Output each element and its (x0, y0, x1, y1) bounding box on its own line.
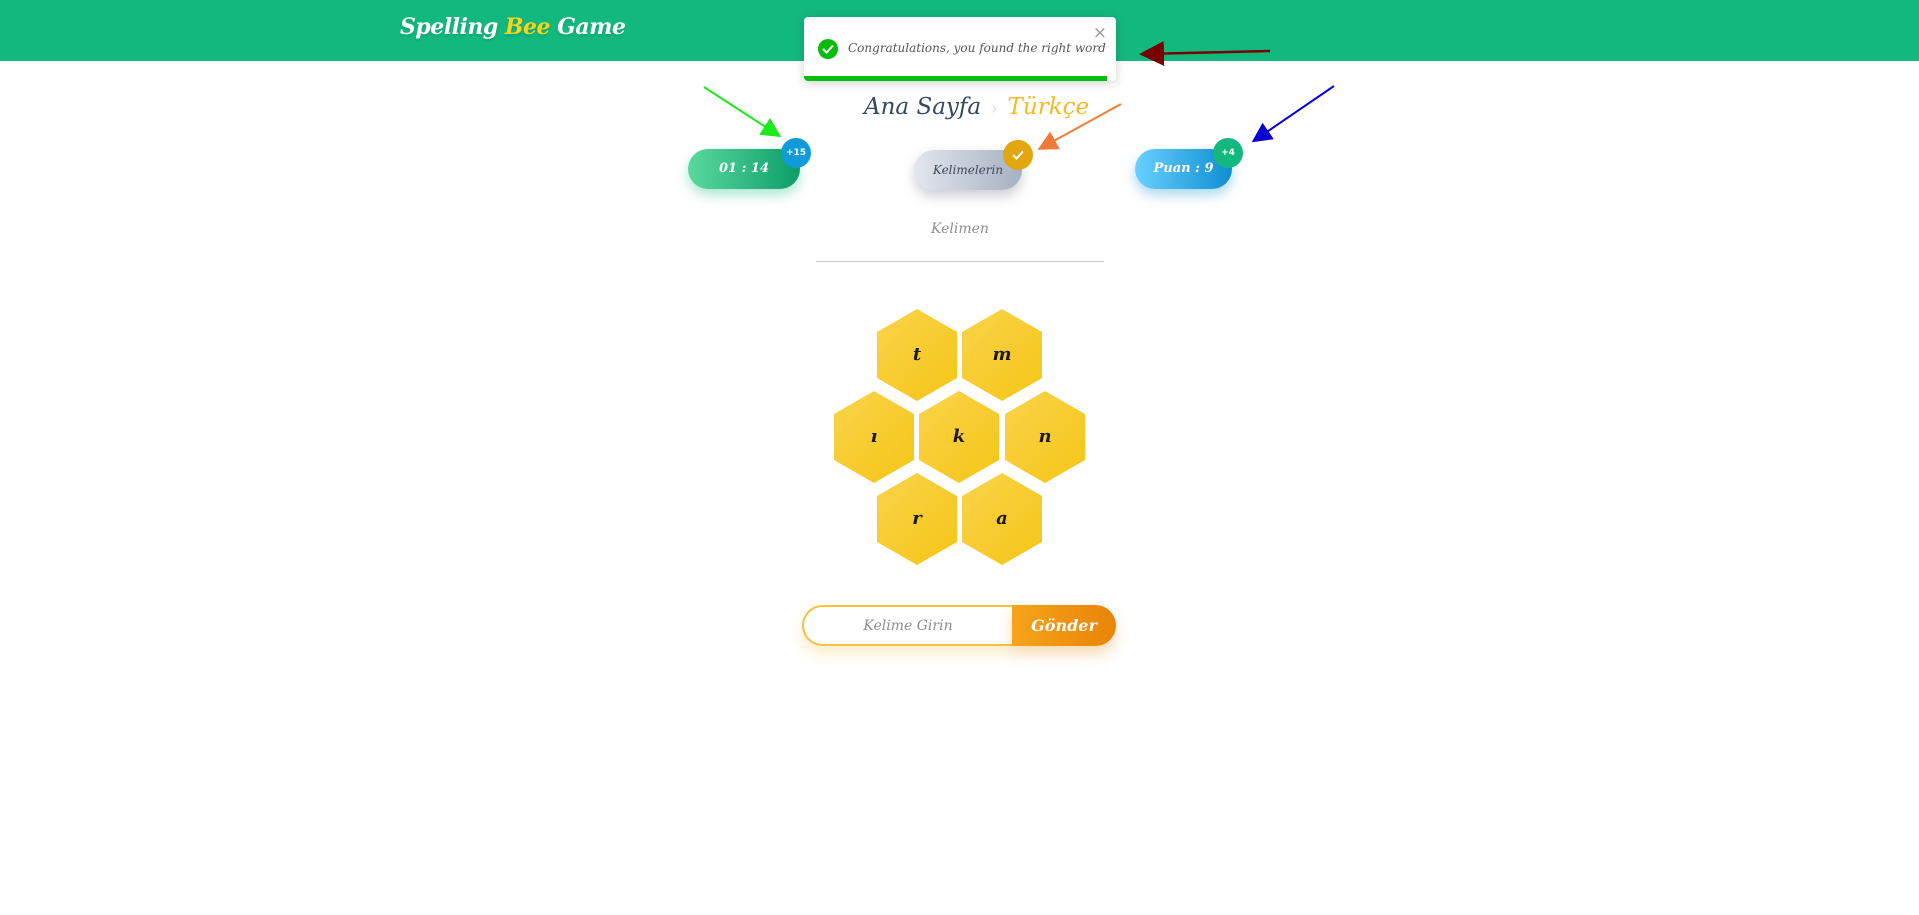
hive-cell[interactable]: ı (834, 391, 914, 483)
breadcrumb-home[interactable]: Ana Sayfa (864, 94, 981, 120)
toast-message: Congratulations, you found the right wor… (848, 41, 1106, 55)
annotation-arrow-blue (1251, 85, 1335, 143)
submit-button[interactable]: Gönder (1012, 605, 1116, 646)
breadcrumb: Ana Sayfa › Türkçe (864, 94, 1089, 120)
brand-logo[interactable]: Spelling Bee Game (400, 14, 626, 40)
check-circle-icon (818, 39, 838, 59)
current-word-text: Kelimen (931, 221, 989, 237)
hive-cell[interactable]: t (877, 309, 957, 401)
brand-text-game: Game (549, 14, 626, 40)
hive-cell[interactable]: m (962, 309, 1042, 401)
brand-text-bee: Bee (504, 14, 551, 40)
check-icon (1003, 140, 1033, 170)
current-word-display: Kelimen (816, 221, 1104, 262)
word-input[interactable] (802, 605, 1012, 646)
score-bonus-badge: +4 (1213, 138, 1243, 168)
breadcrumb-language[interactable]: Türkçe (1008, 94, 1090, 120)
breadcrumb-separator: › (991, 99, 998, 118)
close-icon[interactable]: × (1093, 23, 1107, 43)
hive-cell[interactable]: n (1005, 391, 1085, 483)
hive-cell[interactable]: r (877, 473, 957, 565)
hive-center-cell[interactable]: k (919, 391, 999, 483)
toast-progress-bar (804, 76, 1107, 81)
annotation-arrow-green (703, 86, 782, 138)
brand-text-spelling: Spelling (400, 14, 505, 40)
hive-cell[interactable]: a (962, 473, 1042, 565)
timer-bonus-badge: +15 (781, 138, 811, 168)
success-toast[interactable]: Congratulations, you found the right wor… (804, 17, 1116, 81)
